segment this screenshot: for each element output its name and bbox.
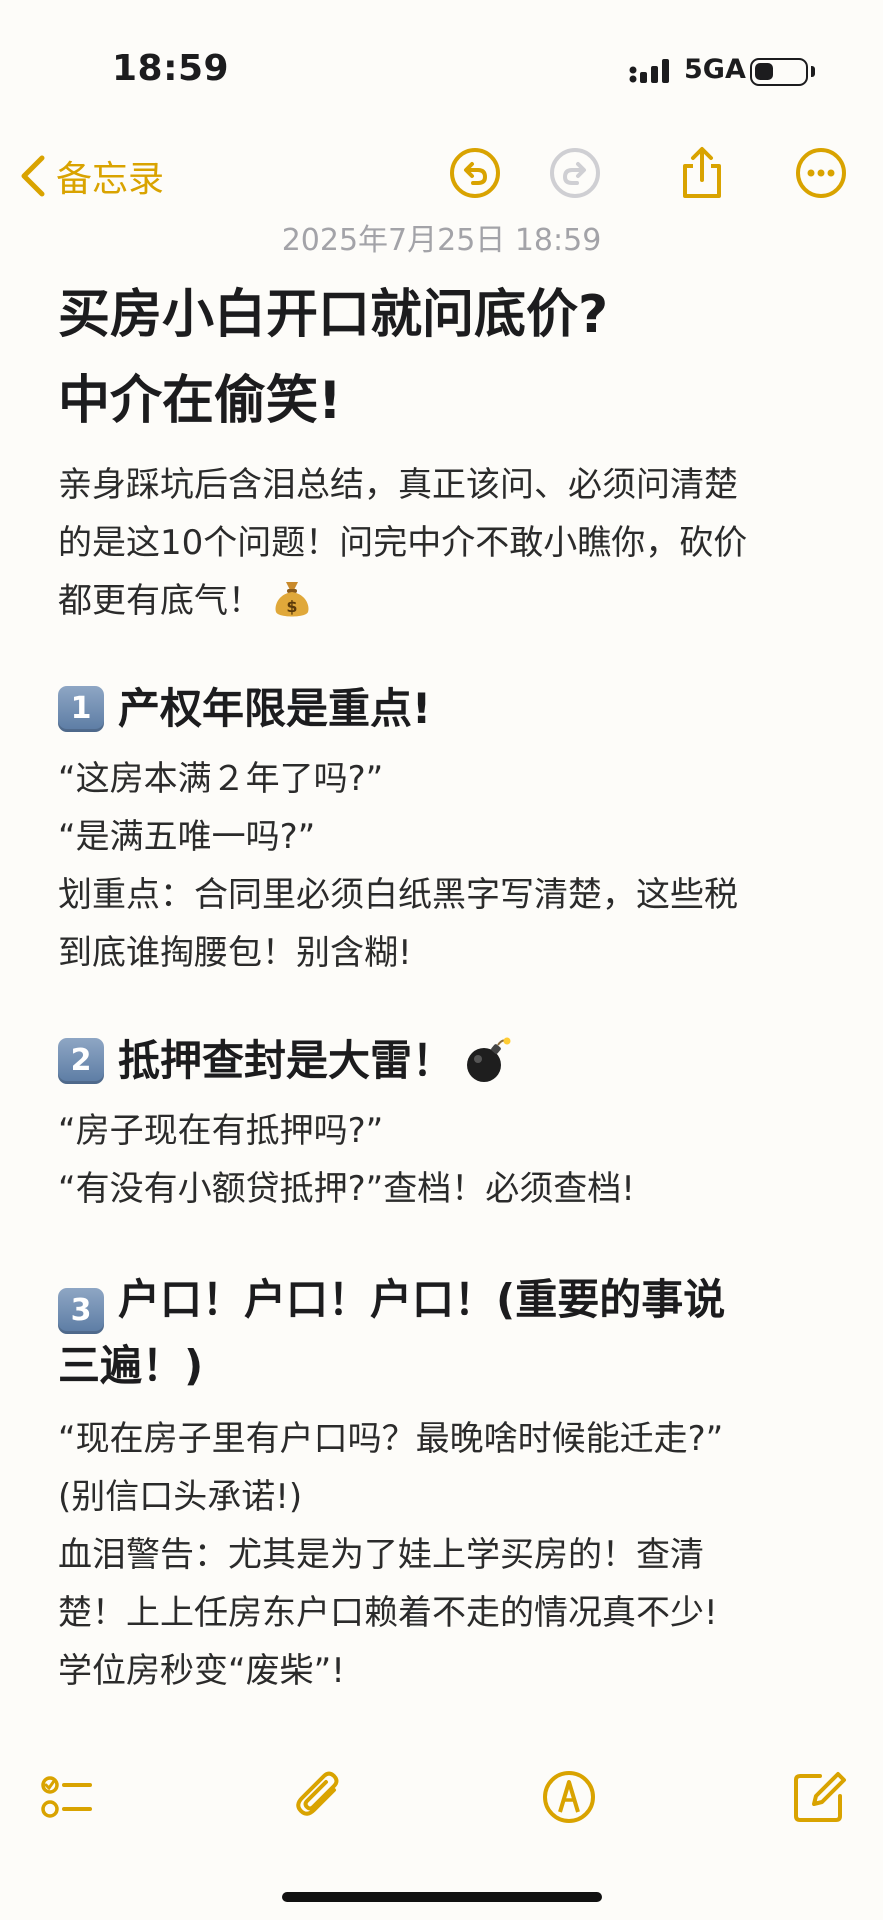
note-date: 2025年7月25日 18:59 [281,223,602,258]
intro-line: 亲身踩坑后含泪总结，真正该问、必须问清楚 [58,465,738,505]
redo-button[interactable] [548,146,602,200]
home-indicator[interactable] [282,1892,602,1902]
section-1-heading: 1 产权年限是重点! [58,680,828,738]
status-time: 18:59 [112,48,230,89]
section-line: “有没有小额贷抵押?”查档！必须查档! [58,1169,635,1209]
section-line: 到底谁掏腰包！别含糊! [58,933,412,973]
section-line: “是满五唯一吗?” [58,817,316,857]
undo-button[interactable] [448,146,502,200]
intro-line: 都更有底气！ $ [58,572,828,630]
svg-text:$: $ [286,597,297,616]
note-title: 买房小白开口就问底价? 中介在偷笑! [58,272,828,444]
section-2-heading: 2 抵押查封是大雷！ [58,1032,828,1090]
keycap-3-icon: 3 [58,1288,104,1334]
note-title-line: 买房小白开口就问底价? [58,285,609,345]
section-line: “房子现在有抵押吗?” [58,1111,384,1151]
nav-bar: 备忘录 [0,140,883,210]
paperclip-icon[interactable] [290,1768,348,1826]
section-line: 血泪警告：尤其是为了娃上学买房的！查清 [58,1535,704,1575]
share-button[interactable] [675,146,729,200]
section-line: 划重点：合同里必须白纸黑字写清楚，这些税 [58,875,738,915]
note-body[interactable]: 2025年7月25日 18:59 买房小白开口就问底价? 中介在偷笑! 亲身踩坑… [58,218,828,1700]
keycap-2-icon: 2 [58,1038,104,1084]
section-2-body: “房子现在有抵押吗?” “有没有小额贷抵押?”查档！必须查档! [58,1102,828,1218]
chevron-left-icon [21,155,45,197]
section-title: 产权年限是重点! [118,684,432,733]
compose-icon[interactable] [790,1768,848,1826]
section-line: “这房本满２年了吗?” [58,759,384,799]
more-button[interactable] [794,146,848,200]
back-button[interactable]: 备忘录 [18,150,164,202]
keycap-1-icon: 1 [58,686,104,732]
section-1-body: “这房本满２年了吗?” “是满五唯一吗?” 划重点：合同里必须白纸黑字写清楚，这… [58,750,828,982]
markup-pen-icon[interactable] [540,1768,598,1826]
section-title-line: 3 户口！户口！户口！(重要的事说 [58,1268,828,1334]
section-3-body: “现在房子里有户口吗？最晚啥时候能迁走?” (别信口头承诺!) 血泪警告：尤其是… [58,1410,828,1700]
battery-icon [750,58,808,86]
note-title-line: 中介在偷笑! [58,371,342,431]
note-intro: 亲身踩坑后含泪总结，真正该问、必须问清楚 的是这10个问题！问完中介不敢小瞧你，… [58,456,828,630]
section-title: 抵押查封是大雷！ [118,1036,455,1085]
intro-line: 的是这10个问题！问完中介不敢小瞧你，砍价 [58,523,748,563]
battery-tip [811,66,815,77]
section-line: 学位房秒变“废柴”! [58,1651,345,1691]
checklist-icon[interactable] [38,1768,96,1826]
back-label: 备忘录 [56,159,165,200]
network-type: 5GA [684,54,746,85]
section-line: (别信口头承诺!) [58,1477,303,1517]
section-title-line: 三遍！) [58,1341,204,1390]
bomb-icon [467,1037,511,1082]
bottom-toolbar [0,1760,883,1840]
section-line: 楚！上上任房东户口赖着不走的情况真不少! [58,1593,718,1633]
status-bar: 18:59 5GA [0,0,883,130]
section-line: “现在房子里有户口吗？最晚啥时候能迁走?” [58,1419,724,1459]
cellular-signal-icon [629,59,669,83]
money-bag-icon: $ [275,582,309,617]
section-3-heading: 3 户口！户口！户口！(重要的事说 三遍！) [58,1268,828,1398]
